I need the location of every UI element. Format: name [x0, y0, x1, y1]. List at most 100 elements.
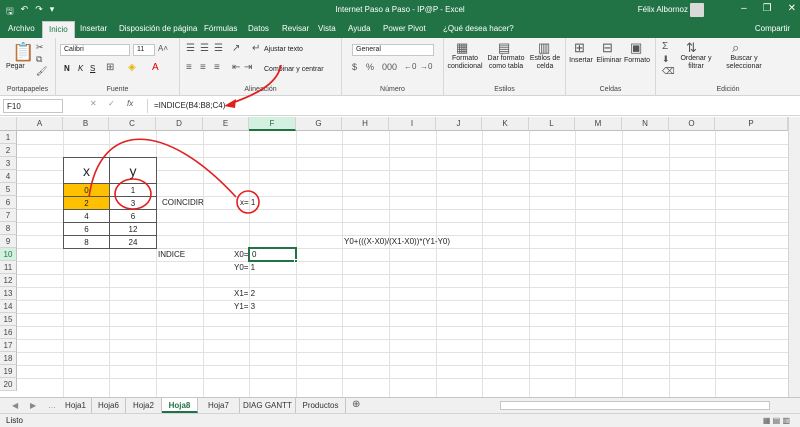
increase-decimal-icon[interactable]: ←0 [404, 62, 416, 71]
row-header[interactable]: 7 [0, 209, 17, 222]
row-header[interactable]: 10 [0, 248, 17, 261]
avatar[interactable] [690, 3, 704, 17]
view-buttons-icon[interactable]: ▦ ▤ ▥ [763, 416, 790, 425]
column-header[interactable]: K [482, 117, 529, 131]
clear-icon[interactable]: ⌫ [662, 66, 675, 77]
bold-button[interactable]: N [64, 65, 70, 73]
sort-filter-icon[interactable]: ⇅ [686, 40, 697, 56]
prev-sheet-icon[interactable]: ◀ [12, 401, 18, 410]
format-cells-button[interactable]: Formato [622, 57, 652, 65]
row-header[interactable]: 2 [0, 144, 17, 157]
close-button[interactable]: ✕ [788, 3, 796, 14]
x0-label[interactable]: X0= [234, 248, 248, 261]
column-header[interactable]: I [389, 117, 436, 131]
sheet-tab[interactable]: DIAG GANTT [240, 398, 296, 413]
find-select-button[interactable]: Buscar y seleccionar [720, 55, 768, 71]
fill-handle[interactable] [294, 259, 298, 263]
column-header[interactable]: D [156, 117, 203, 131]
next-sheet-icon[interactable]: ▶ [30, 401, 36, 410]
tab-inicio[interactable]: Inicio [42, 21, 75, 38]
select-all-corner[interactable] [0, 117, 17, 131]
tab-formulas[interactable]: Fórmulas [204, 24, 237, 33]
column-header[interactable]: O [669, 117, 715, 131]
indice-label[interactable]: INDICE [158, 248, 185, 261]
currency-icon[interactable]: $ [352, 62, 357, 72]
paste-button[interactable]: Pegar [6, 63, 25, 71]
row-header[interactable]: 3 [0, 157, 17, 170]
italic-button[interactable]: K [78, 65, 83, 73]
sheet-tab-active[interactable]: Hoja8 [162, 398, 198, 413]
y1-label[interactable]: Y1= 3 [234, 300, 255, 313]
cancel-icon[interactable]: ✕ [90, 99, 97, 108]
insert-cells-button[interactable]: Insertar [566, 57, 596, 65]
font-grow-icon[interactable]: A˄ [158, 44, 168, 53]
sheet-tab[interactable]: Hoja7 [198, 398, 240, 413]
delete-cells-icon[interactable]: ⊟ [602, 40, 613, 56]
font-color-icon[interactable]: A [152, 62, 159, 73]
font-name-select[interactable]: Calibri [60, 44, 130, 56]
column-header[interactable]: L [529, 117, 575, 131]
tab-vista[interactable]: Vista [318, 24, 336, 33]
column-header[interactable]: J [436, 117, 482, 131]
x1-label[interactable]: X1= 2 [234, 287, 255, 300]
font-size-select[interactable]: 11 [133, 44, 155, 56]
sort-filter-button[interactable]: Ordenar y filtrar [674, 55, 718, 71]
orientation-icon[interactable]: ↗ [232, 43, 240, 54]
row-header[interactable]: 4 [0, 170, 17, 183]
row-header[interactable]: 16 [0, 326, 17, 339]
sheet-tab[interactable]: Hoja1 [60, 398, 92, 413]
format-painter-icon[interactable]: 🖌 [36, 66, 47, 77]
table-cell-x[interactable]: 0 [63, 183, 110, 197]
row-header[interactable]: 1 [0, 131, 17, 144]
wrap-text-icon[interactable]: ↵ [252, 43, 260, 54]
worksheet-grid[interactable]: A B C D E F G H I J K L M N O P 1 2 3 4 … [0, 117, 788, 397]
align-right-icon[interactable]: ≡ [214, 62, 220, 73]
minimize-button[interactable]: – [741, 3, 747, 14]
comma-style-icon[interactable]: 000 [382, 62, 397, 72]
sheet-tab[interactable]: Productos [296, 398, 346, 413]
selected-cell-f10[interactable] [248, 247, 298, 263]
table-cell-x[interactable]: 2 [63, 196, 110, 210]
horizontal-scrollbar[interactable] [500, 401, 770, 410]
column-header[interactable]: H [342, 117, 389, 131]
wrap-text-button[interactable]: Ajustar texto [264, 46, 303, 54]
copy-icon[interactable]: ⧉ [36, 54, 42, 65]
row-header[interactable]: 11 [0, 261, 17, 274]
add-sheet-icon[interactable]: ⊕ [352, 399, 360, 410]
conditional-format-icon[interactable]: ▦ [456, 40, 468, 56]
row-header[interactable]: 8 [0, 222, 17, 235]
decrease-decimal-icon[interactable]: →0 [420, 62, 432, 71]
table-header-y[interactable]: y [109, 157, 157, 184]
row-header[interactable]: 19 [0, 365, 17, 378]
row-header[interactable]: 13 [0, 287, 17, 300]
tab-ayuda[interactable]: Ayuda [348, 24, 371, 33]
tab-datos[interactable]: Datos [248, 24, 269, 33]
row-header[interactable]: 17 [0, 339, 17, 352]
table-cell-x[interactable]: 4 [63, 209, 110, 223]
row-header[interactable]: 18 [0, 352, 17, 365]
align-left-icon[interactable]: ≡ [186, 62, 192, 73]
column-header[interactable]: B [63, 117, 109, 131]
tell-me-search[interactable]: ¿Qué desea hacer? [443, 24, 514, 33]
tab-revisar[interactable]: Revisar [282, 24, 309, 33]
delete-cells-button[interactable]: Eliminar [594, 57, 624, 65]
row-header[interactable]: 20 [0, 378, 17, 391]
tab-disposicion[interactable]: Disposición de página [119, 24, 197, 33]
coincidir-label[interactable]: COINCIDIR [162, 196, 204, 209]
column-header[interactable]: E [203, 117, 249, 131]
table-cell-x[interactable]: 6 [63, 222, 110, 236]
increase-indent-icon[interactable]: ⇥ [244, 62, 252, 73]
formula-input[interactable]: =INDICE(B4:B8;C4) [147, 99, 790, 113]
table-cell-y[interactable]: 6 [109, 209, 157, 223]
borders-icon[interactable]: ⊞ [106, 62, 114, 73]
sheet-tab[interactable]: Hoja2 [126, 398, 162, 413]
enter-icon[interactable]: ✓ [108, 99, 115, 108]
percent-icon[interactable]: % [366, 62, 374, 72]
insert-function-icon[interactable]: fx [127, 99, 133, 108]
table-cell-y[interactable]: 1 [109, 183, 157, 197]
table-cell-y[interactable]: 12 [109, 222, 157, 236]
table-cell-y[interactable]: 24 [109, 235, 157, 249]
more-sheets-icon[interactable]: … [48, 401, 56, 410]
x-value-cell[interactable]: x= 1 [240, 196, 255, 209]
find-select-icon[interactable]: ⌕ [732, 40, 739, 56]
